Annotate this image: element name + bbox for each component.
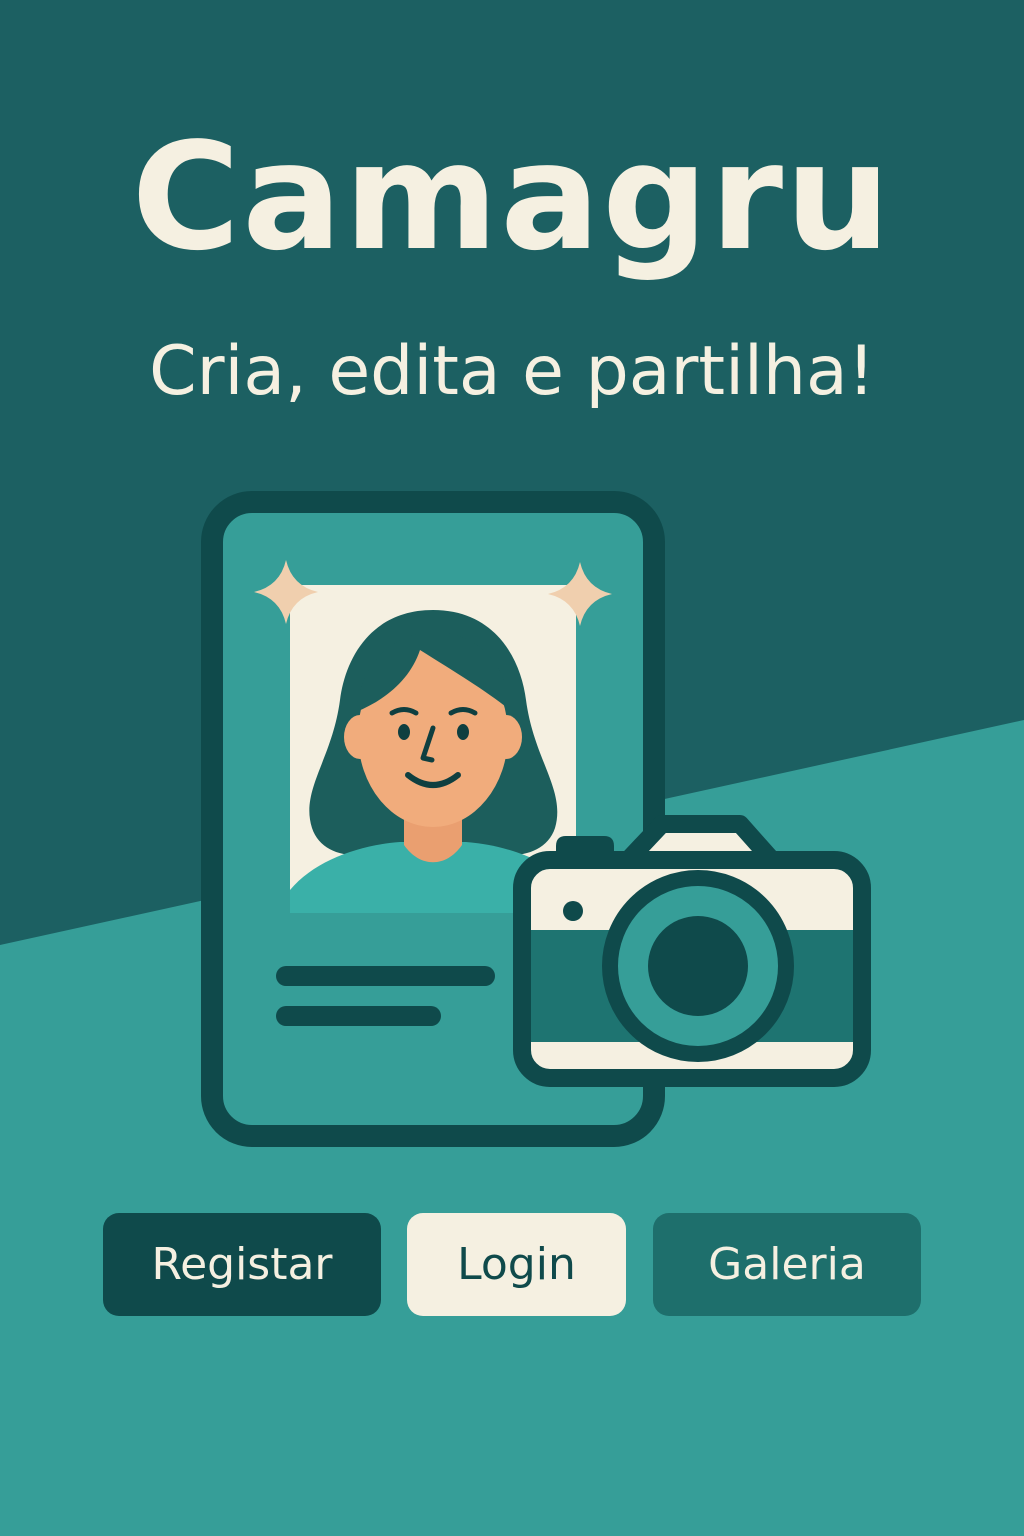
card-text-line [276,966,495,986]
register-button[interactable]: Registar [103,1213,381,1316]
gallery-button[interactable]: Galeria [653,1213,921,1316]
card-text-line [276,1006,441,1026]
login-button[interactable]: Login [407,1213,626,1316]
camera-icon [513,815,871,1087]
